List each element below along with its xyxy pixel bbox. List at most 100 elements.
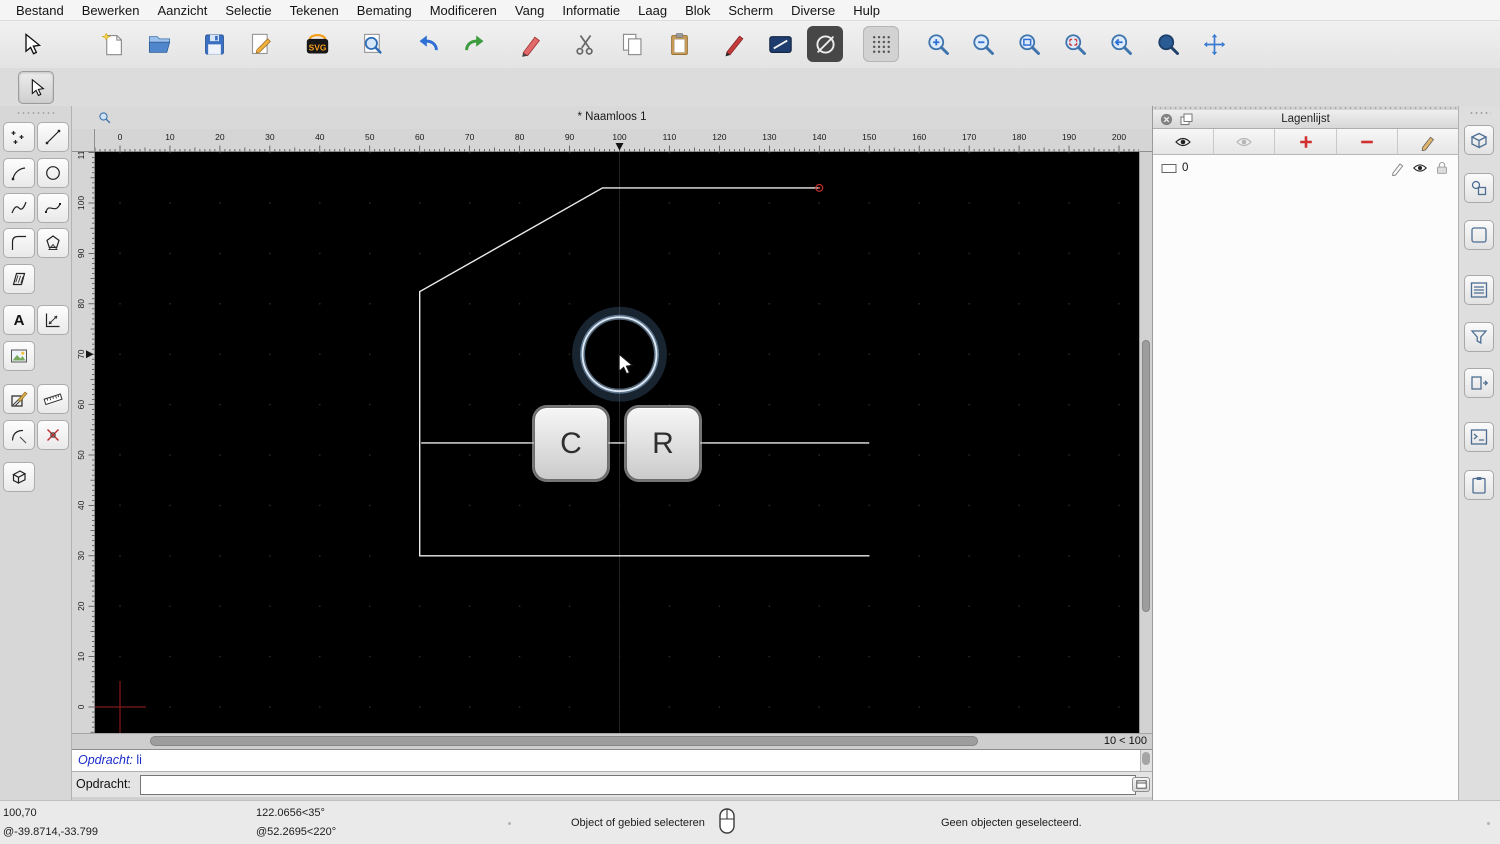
zoom-in-button[interactable] (920, 26, 956, 62)
horizontal-scrollbar-thumb[interactable] (150, 736, 978, 746)
svg-text:10: 10 (165, 132, 175, 142)
copy-button[interactable] (614, 26, 650, 62)
paste-button[interactable] (661, 26, 697, 62)
drawing-geometry (95, 152, 1120, 733)
svg-text:0: 0 (76, 704, 86, 709)
point-tool-button[interactable] (3, 122, 35, 152)
tool-options-bar (0, 68, 1500, 107)
layer-edit-icon[interactable] (1390, 160, 1406, 176)
vertical-scrollbar-thumb[interactable] (1142, 340, 1150, 612)
dimension-tool-button[interactable] (37, 305, 69, 335)
zoom-previous-button[interactable] (1103, 26, 1139, 62)
show-all-layers-button[interactable] (1153, 129, 1215, 154)
remove-layer-button[interactable] (1337, 129, 1398, 154)
layer-list-toggle[interactable] (1464, 275, 1494, 305)
menu-bemating[interactable]: Bemating (348, 3, 421, 18)
menu-bewerken[interactable]: Bewerken (73, 3, 149, 18)
close-icon[interactable] (1160, 113, 1173, 126)
measure-tool-button[interactable] (37, 384, 69, 414)
undo-button[interactable] (410, 26, 446, 62)
zoom-out-button[interactable] (965, 26, 1001, 62)
command-history-scrollbar[interactable] (1140, 750, 1152, 771)
library-browser-toggle[interactable] (1464, 368, 1494, 398)
fillet-tool-button[interactable] (3, 228, 35, 258)
menu-aanzicht[interactable]: Aanzicht (149, 3, 217, 18)
menu-bestand[interactable]: Bestand (7, 3, 73, 18)
edit-drawing-button[interactable] (243, 26, 279, 62)
dock-grip[interactable] (1469, 111, 1491, 115)
freehand-tool-button[interactable] (3, 193, 35, 223)
image-tool-button[interactable] (3, 341, 35, 371)
current-tool-button[interactable] (18, 71, 54, 104)
command-history-scrollbar-thumb[interactable] (1142, 752, 1150, 765)
command-line-toggle[interactable] (1464, 422, 1494, 452)
drawing-canvas[interactable]: C R (95, 152, 1139, 733)
new-document-button[interactable] (95, 26, 131, 62)
trim-tool-button[interactable] (3, 420, 35, 450)
view-list-toggle[interactable] (1464, 220, 1494, 250)
select-tool-button[interactable] (12, 26, 48, 62)
line-style-button[interactable] (762, 26, 798, 62)
new-document-icon (100, 32, 122, 55)
menu-blok[interactable]: Blok (676, 3, 719, 18)
hatch-tool-button[interactable] (3, 264, 35, 294)
menu-informatie[interactable]: Informatie (553, 3, 629, 18)
menu-hulp[interactable]: Hulp (844, 3, 889, 18)
menu-scherm[interactable]: Scherm (719, 3, 782, 18)
command-input[interactable] (140, 775, 1136, 795)
layer-lock-icon[interactable] (1434, 160, 1450, 176)
zoom-fit-button[interactable] (1011, 26, 1047, 62)
circle-tool-button[interactable] (37, 158, 69, 188)
layer-visible-icon[interactable] (1412, 160, 1428, 176)
snap-tool-button[interactable] (37, 420, 69, 450)
add-layer-button[interactable] (1275, 129, 1337, 154)
palette-grip[interactable] (16, 111, 56, 115)
pan-button[interactable] (1196, 26, 1232, 62)
cut-button[interactable] (567, 26, 603, 62)
hide-all-layers-button[interactable] (1214, 129, 1276, 154)
line-tool-button[interactable] (37, 122, 69, 152)
selection-filter-toggle[interactable] (1464, 322, 1494, 352)
no-fill-icon (815, 34, 835, 54)
detach-panel-icon[interactable] (1180, 113, 1193, 126)
print-preview-button[interactable] (354, 26, 390, 62)
status-bar: 100,70 @-39.8714,-33.799 122.0656<35° @5… (0, 800, 1500, 844)
menu-laag[interactable]: Laag (629, 3, 676, 18)
box-3d-tool-button[interactable] (3, 462, 35, 492)
pen-style-button[interactable] (716, 26, 752, 62)
text-tool-button[interactable]: A (3, 305, 35, 335)
layer-row[interactable]: 0 (1153, 158, 1458, 178)
dimension-tool-icon (45, 313, 60, 328)
horizontal-scrollbar[interactable]: 10 < 100 (72, 733, 1152, 749)
menu-tekenen[interactable]: Tekenen (281, 3, 348, 18)
property-editor-toggle[interactable] (1464, 125, 1494, 155)
pencil-icon (1421, 136, 1434, 151)
svg-export-button[interactable]: SVG (299, 26, 335, 62)
spline-tool-button[interactable] (37, 193, 69, 223)
zoom-window-button[interactable] (1150, 26, 1186, 62)
arc-tool-button[interactable] (3, 158, 35, 188)
scissors-icon (575, 34, 593, 55)
fill-style-button[interactable] (807, 26, 843, 62)
zoom-selection-button[interactable] (1057, 26, 1093, 62)
save-button[interactable] (196, 26, 232, 62)
cursor-arrow-icon (31, 78, 45, 96)
clipboard-panel-toggle[interactable] (1464, 470, 1494, 500)
redo-button[interactable] (456, 26, 492, 62)
menu-vang[interactable]: Vang (506, 3, 553, 18)
vertical-scrollbar[interactable] (1139, 152, 1152, 733)
block-list-toggle[interactable] (1464, 173, 1494, 203)
grid-toggle-button[interactable] (863, 26, 899, 62)
polygon-tool-button[interactable] (37, 228, 69, 258)
line-style-icon (768, 35, 792, 53)
svg-text:110: 110 (76, 152, 86, 159)
edit-layer-button[interactable] (1398, 129, 1458, 154)
erase-button[interactable] (513, 26, 549, 62)
command-detach-button[interactable] (1132, 777, 1150, 792)
svg-text:30: 30 (265, 132, 275, 142)
menu-selectie[interactable]: Selectie (216, 3, 280, 18)
menu-diverse[interactable]: Diverse (782, 3, 844, 18)
menu-modificeren[interactable]: Modificeren (421, 3, 506, 18)
fill-pattern-tool-button[interactable] (3, 384, 35, 414)
open-button[interactable] (141, 26, 177, 62)
